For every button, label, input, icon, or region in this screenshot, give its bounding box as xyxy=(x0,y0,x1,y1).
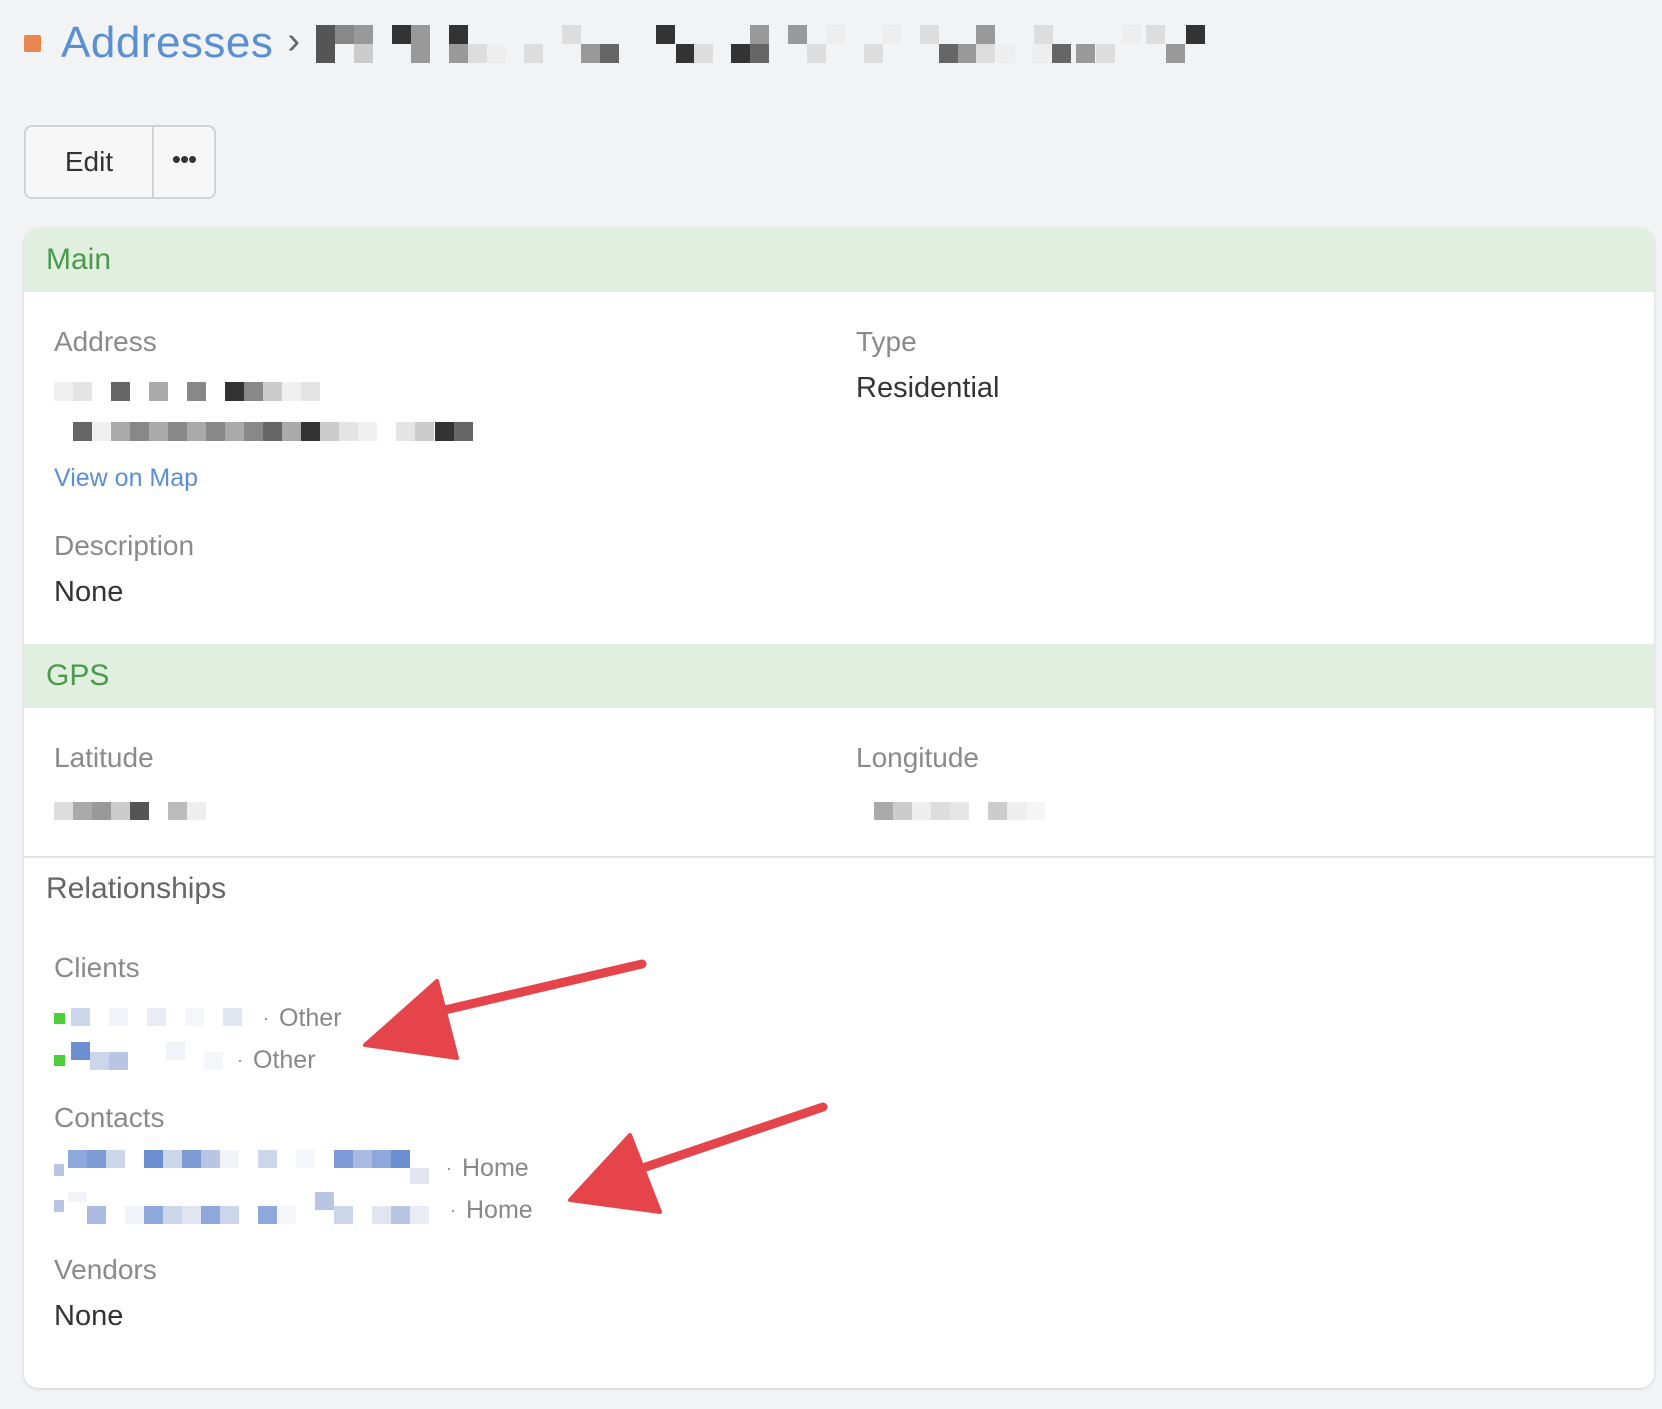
breadcrumb: Addresses › xyxy=(24,18,1206,68)
contacts-label: Contacts xyxy=(54,1102,165,1133)
brand-square-icon xyxy=(24,34,41,52)
vendors-value: None xyxy=(54,1300,124,1332)
redacted-latitude-value xyxy=(54,802,206,820)
contact-role: Home xyxy=(466,1195,533,1224)
contact-link[interactable]: · Home xyxy=(54,1192,533,1228)
section-header-gps: GPS xyxy=(24,644,1654,708)
chevron-right-icon: › xyxy=(287,19,301,62)
redacted-client-name xyxy=(71,1008,242,1026)
client-link[interactable]: · Other xyxy=(54,1000,342,1036)
redacted-longitude-value xyxy=(874,802,1045,820)
client-role: Other xyxy=(253,1045,316,1074)
breadcrumb-addresses-link[interactable]: Addresses xyxy=(61,18,273,68)
redacted-contact-name xyxy=(54,1150,429,1184)
section-divider xyxy=(24,856,1654,858)
contact-link[interactable]: · Home xyxy=(54,1150,529,1186)
contact-role: Home xyxy=(462,1153,529,1182)
redacted-client-name xyxy=(71,1042,223,1070)
client-link[interactable]: · Other xyxy=(54,1042,316,1078)
type-label: Type xyxy=(856,326,917,357)
clients-label: Clients xyxy=(54,952,140,983)
longitude-label: Longitude xyxy=(856,742,980,773)
redacted-record-title xyxy=(316,23,1206,63)
client-status-dot xyxy=(54,1054,65,1066)
latitude-label: Latitude xyxy=(54,742,154,773)
more-options-button[interactable]: ••• xyxy=(154,127,214,197)
address-detail-card: Main Address View on Map Description Non… xyxy=(24,228,1654,1388)
record-toolbar: Edit ••• xyxy=(24,125,216,199)
vendors-label: Vendors xyxy=(54,1254,157,1285)
client-role: Other xyxy=(279,1003,342,1032)
relationships-heading: Relationships xyxy=(46,872,227,905)
redacted-address-lines xyxy=(54,382,473,441)
client-status-dot xyxy=(54,1012,65,1024)
address-label: Address xyxy=(54,326,157,357)
section-header-main: Main xyxy=(24,228,1654,292)
type-value: Residential xyxy=(856,372,1000,404)
edit-button[interactable]: Edit xyxy=(26,127,154,197)
description-value: None xyxy=(54,576,124,608)
view-on-map-link[interactable]: View on Map xyxy=(54,464,198,493)
redacted-contact-name xyxy=(54,1192,429,1224)
description-label: Description xyxy=(54,530,195,561)
